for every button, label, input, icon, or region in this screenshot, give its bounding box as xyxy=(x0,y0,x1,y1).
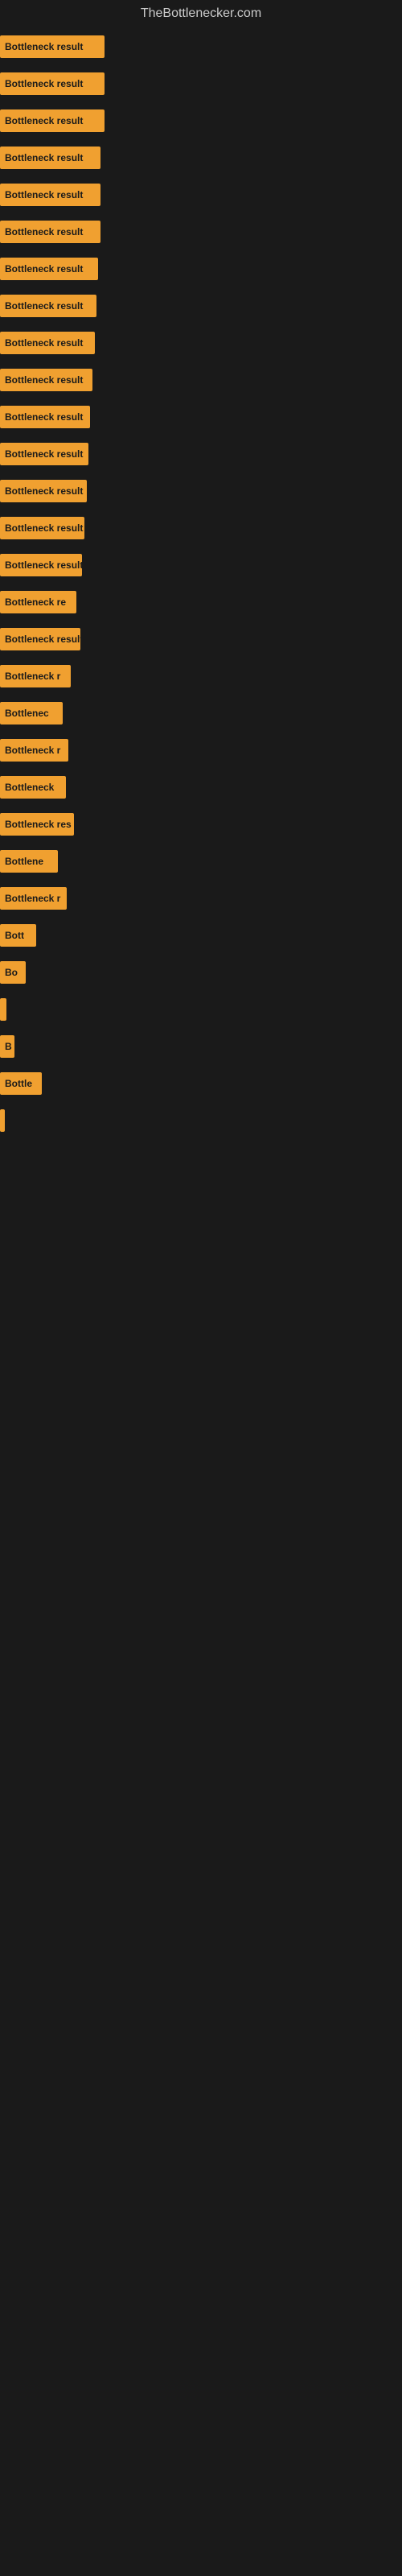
bottleneck-bar: Bottleneck result xyxy=(0,184,100,206)
bar-row: Bottleneck xyxy=(0,770,402,805)
bar-row: Bottleneck result xyxy=(0,214,402,250)
bar-row: Bottleneck r xyxy=(0,733,402,768)
bar-row: Bottleneck result xyxy=(0,621,402,657)
bar-row: Bott xyxy=(0,918,402,953)
bar-row: Bottleneck r xyxy=(0,881,402,916)
bottleneck-bar: B xyxy=(0,1035,14,1058)
bar-row: Bottleneck result xyxy=(0,547,402,583)
bottleneck-bar: Bottleneck result xyxy=(0,332,95,354)
bar-row: Bo xyxy=(0,955,402,990)
bar-row xyxy=(0,992,402,1027)
site-title: TheBottlenecker.com xyxy=(0,0,402,27)
bottleneck-bar: Bottleneck result xyxy=(0,480,87,502)
bar-row: Bottleneck result xyxy=(0,510,402,546)
bar-row: Bottle xyxy=(0,1066,402,1101)
bottleneck-bar: Bottleneck result xyxy=(0,517,84,539)
bottleneck-bar: Bottleneck result xyxy=(0,109,105,132)
bottleneck-bar: Bottleneck result xyxy=(0,147,100,169)
bottleneck-bar: Bottleneck result xyxy=(0,369,92,391)
bottleneck-bar: Bottleneck r xyxy=(0,665,71,687)
bar-row: Bottleneck result xyxy=(0,177,402,213)
bar-row: Bottleneck result xyxy=(0,29,402,64)
bar-row: Bottleneck result xyxy=(0,362,402,398)
bottleneck-bar: Bottleneck xyxy=(0,776,66,799)
bottleneck-bar: Bottleneck result xyxy=(0,628,80,650)
bottleneck-bar: Bottleneck result xyxy=(0,406,90,428)
bottleneck-bar xyxy=(0,998,6,1021)
bottleneck-bar: Bottleneck res xyxy=(0,813,74,836)
bar-row: Bottleneck result xyxy=(0,251,402,287)
bottleneck-bar: Bo xyxy=(0,961,26,984)
bar-row: Bottlene xyxy=(0,844,402,879)
bar-row: Bottleneck result xyxy=(0,288,402,324)
bottleneck-bar: Bottleneck r xyxy=(0,739,68,762)
bottleneck-bar: Bottlenec xyxy=(0,702,63,724)
bars-wrapper: Bottleneck result Bottleneck result Bottle… xyxy=(0,29,402,1138)
bottleneck-bar: Bottleneck result xyxy=(0,554,82,576)
bar-row: Bottleneck result xyxy=(0,399,402,435)
bottleneck-bar: Bottleneck result xyxy=(0,443,88,465)
bar-row: Bottlenec xyxy=(0,696,402,731)
bottleneck-bar: Bottlene xyxy=(0,850,58,873)
bottleneck-bar: Bottleneck result xyxy=(0,72,105,95)
bar-row: B xyxy=(0,1029,402,1064)
bar-row: Bottleneck result xyxy=(0,325,402,361)
bar-row: Bottleneck r xyxy=(0,658,402,694)
bar-row: Bottleneck result xyxy=(0,140,402,175)
bar-row: Bottleneck res xyxy=(0,807,402,842)
bar-row: Bottleneck result xyxy=(0,473,402,509)
bottleneck-bar: Bottle xyxy=(0,1072,42,1095)
bottleneck-bar: Bottleneck result xyxy=(0,258,98,280)
bar-row xyxy=(0,1103,402,1138)
bottleneck-bar: Bottleneck result xyxy=(0,221,100,243)
bottleneck-bar: Bottleneck result xyxy=(0,295,96,317)
bar-row: Bottleneck result xyxy=(0,436,402,472)
bar-row: Bottleneck result xyxy=(0,103,402,138)
bottleneck-bar: Bottleneck re xyxy=(0,591,76,613)
bar-row: Bottleneck re xyxy=(0,584,402,620)
bottleneck-bar: Bottleneck r xyxy=(0,887,67,910)
site-title-container: TheBottlenecker.com xyxy=(0,0,402,27)
bottleneck-bar xyxy=(0,1109,5,1132)
bottleneck-bar: Bott xyxy=(0,924,36,947)
bar-row: Bottleneck result xyxy=(0,66,402,101)
bottleneck-bar: Bottleneck result xyxy=(0,35,105,58)
